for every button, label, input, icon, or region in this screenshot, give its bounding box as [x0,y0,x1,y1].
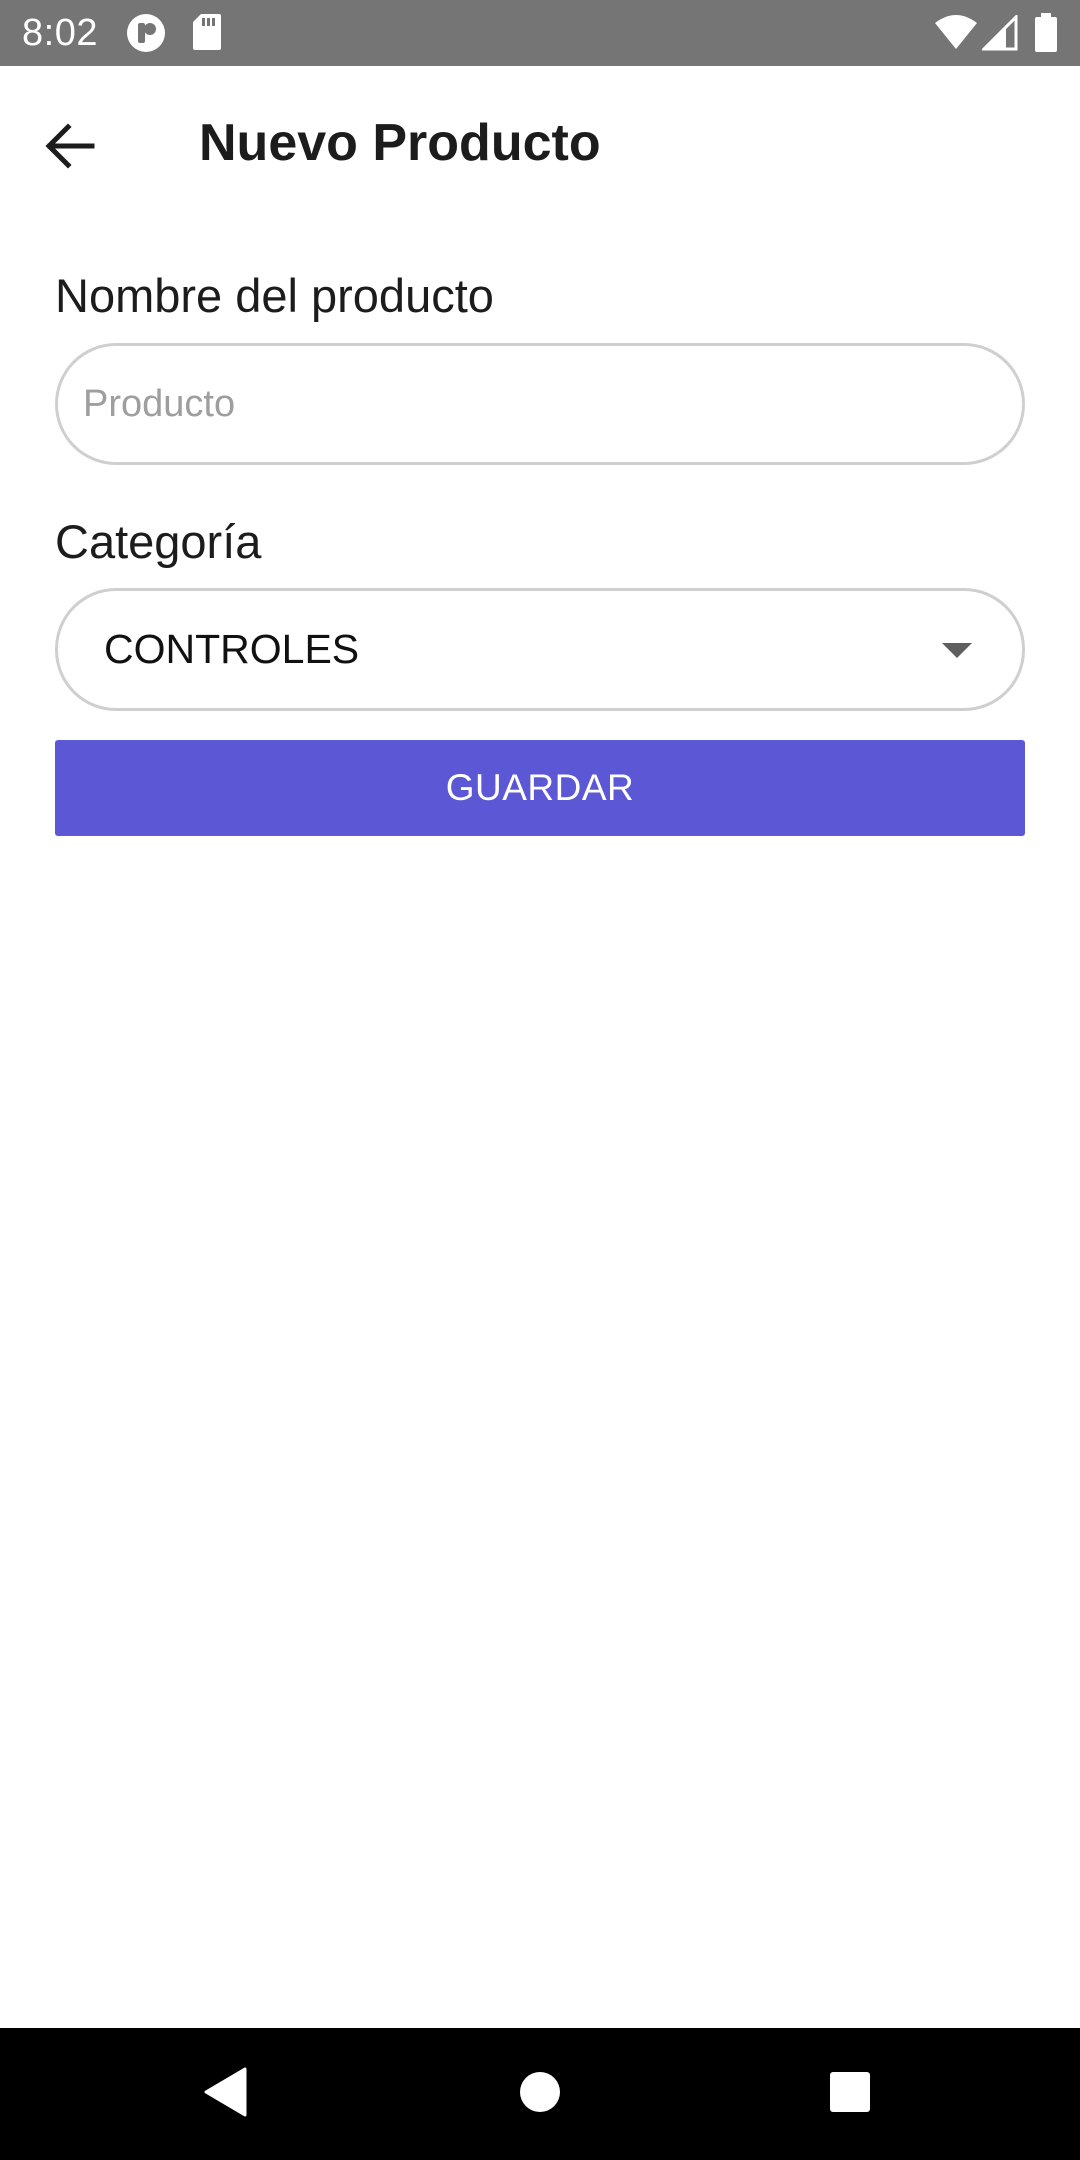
nav-home-button[interactable] [496,2050,584,2138]
nav-recents-button[interactable] [806,2050,894,2138]
dropdown-arrow-icon [942,643,972,664]
category-label: Categoría [55,515,262,568]
category-selected-value: CONTROLES [104,626,360,672]
save-button[interactable]: GUARDAR [55,740,1025,836]
nav-recents-icon [828,2070,872,2119]
cell-signal-icon [980,13,1018,56]
nav-home-icon [518,2070,562,2119]
app-notification-icon [126,13,166,58]
back-button[interactable] [30,108,110,188]
battery-icon [1034,13,1058,58]
nav-back-button[interactable] [181,2050,269,2138]
wifi-icon [934,15,978,56]
page-title: Nuevo Producto [199,114,601,172]
status-bar: 8:02 [0,0,1080,66]
navigation-bar [0,2028,1080,2160]
app-bar: Nuevo Producto [0,66,1080,224]
product-name-label: Nombre del producto [55,269,494,322]
nav-back-icon [203,2067,247,2122]
product-name-input[interactable] [55,343,1025,465]
status-time: 8:02 [22,12,98,54]
sd-card-icon [192,13,222,56]
arrow-back-icon [44,122,96,175]
category-select[interactable]: CONTROLES [55,588,1025,711]
